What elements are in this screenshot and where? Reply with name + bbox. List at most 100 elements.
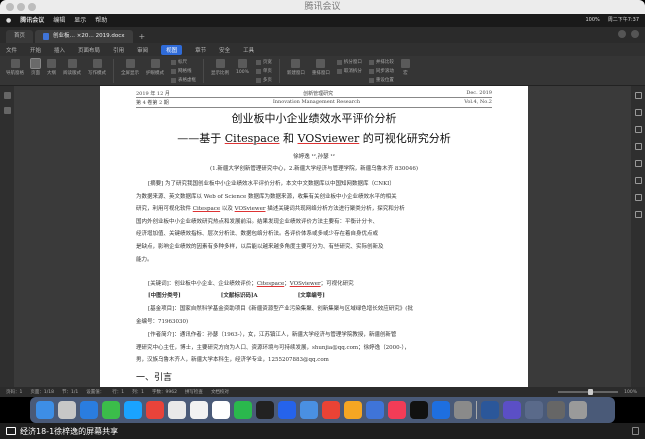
zoom-icon [215, 59, 225, 68]
left-sidebar [0, 86, 14, 387]
window-split-options: 拆分窗口 取消拆分 [337, 59, 362, 74]
view-toolbar: 导航窗格 页面 大纲 阅读版式 写作模式 全屏显示 护眼模式 标尺网格线表格虚框… [0, 56, 645, 86]
tool-zoom-100[interactable]: 100% [236, 59, 249, 75]
ribbon-tab-tools[interactable]: 工具 [243, 46, 254, 54]
ribbon-tab-insert[interactable]: 插入 [54, 46, 65, 54]
tool-writing-mode[interactable]: 写作模式 [88, 59, 106, 76]
baidu-netdisk-icon[interactable] [300, 401, 318, 419]
dingtalk-icon[interactable] [278, 401, 296, 419]
folder-icon[interactable] [547, 401, 565, 419]
tool-outline[interactable]: 大纲 [47, 59, 56, 76]
zoom-slider[interactable] [558, 389, 619, 395]
menubar-item-edit[interactable]: 编辑 [53, 14, 65, 27]
ribbon-tab-section[interactable]: 章节 [195, 46, 206, 54]
apple-icon[interactable]: ● [6, 14, 11, 27]
notes-icon[interactable] [190, 401, 208, 419]
trash-icon[interactable] [569, 401, 587, 419]
sync-scroll-option[interactable]: 同步滚动 [369, 68, 394, 74]
share-icon[interactable] [634, 160, 642, 167]
close-light-icon[interactable] [6, 3, 14, 11]
menubar-item-view[interactable]: 显示 [74, 14, 86, 27]
tool-page-view[interactable]: 页面 [30, 58, 41, 76]
music-icon[interactable] [388, 401, 406, 419]
gridlines-checkbox[interactable]: 网格线 [171, 68, 196, 74]
qq-icon[interactable] [256, 401, 274, 419]
settings-icon[interactable] [631, 30, 639, 38]
ribbon-tab-security[interactable]: 安全 [219, 46, 230, 54]
tool-new-window[interactable]: 新建窗口 [287, 59, 305, 76]
chrome-icon[interactable] [322, 401, 340, 419]
table-gridlines-checkbox[interactable]: 表格虚框 [171, 77, 196, 83]
help-icon[interactable] [634, 211, 642, 218]
bookmark-icon[interactable] [3, 107, 11, 114]
split-window-option[interactable]: 拆分窗口 [337, 59, 362, 65]
zoom-value[interactable]: 100% [624, 390, 637, 395]
toolbar-divider [113, 59, 114, 83]
battery-status[interactable]: 100% [585, 14, 599, 27]
apple-tv-icon[interactable] [410, 401, 428, 419]
menubar-item-help[interactable]: 帮助 [95, 14, 107, 27]
wechat-icon[interactable] [234, 401, 252, 419]
ruler-checkbox[interactable]: 标尺 [171, 59, 196, 65]
page-width-option[interactable]: 页宽 [256, 59, 272, 65]
side-by-side-option[interactable]: 并排比较 [369, 59, 394, 65]
tool-fullscreen[interactable]: 全屏显示 [121, 59, 139, 76]
tool-arrange-windows[interactable]: 重排窗口 [312, 59, 330, 76]
preview-icon[interactable] [525, 401, 543, 419]
netease-music-icon[interactable] [146, 401, 164, 419]
keywords: [关键词]：创业板中小企业、企业绩效评价；Citespace；VOSviewer… [148, 281, 354, 287]
multi-page-option[interactable]: 多页 [256, 77, 272, 83]
properties-icon[interactable] [634, 126, 642, 133]
system-preferences-icon[interactable] [454, 401, 472, 419]
share-options-icon[interactable] [632, 427, 639, 435]
ribbon-tab-file[interactable]: 文件 [6, 46, 17, 54]
user-icon[interactable] [618, 30, 626, 38]
unsplit-window-option[interactable]: 取消拆分 [337, 68, 362, 74]
launchpad-icon[interactable] [58, 401, 76, 419]
ribbon-tab-home[interactable]: 开始 [30, 46, 41, 54]
backup-icon[interactable] [634, 194, 642, 201]
word-icon[interactable] [481, 401, 499, 419]
tool-reading-mode[interactable]: 阅读版式 [63, 59, 81, 76]
comment-icon[interactable] [634, 177, 642, 184]
wps-icon[interactable] [366, 401, 384, 419]
reset-position-option[interactable]: 重设位置 [369, 77, 394, 83]
pages-icon[interactable] [344, 401, 362, 419]
menubar-app-name[interactable]: 腾讯会议 [20, 14, 44, 27]
tool-navigation-pane[interactable]: 导航窗格 [6, 59, 24, 76]
minimize-light-icon[interactable] [17, 3, 25, 11]
paper-authors: 徐婷逸 ¹²,孙瑟 ¹² [293, 154, 335, 160]
tab-home[interactable]: 首页 [6, 30, 34, 43]
new-window-icon [291, 59, 301, 68]
ribbon-tab-view[interactable]: 视图 [161, 44, 183, 55]
vscode-icon[interactable] [503, 401, 521, 419]
safari-icon[interactable] [80, 401, 98, 419]
menubar-clock[interactable]: 周二下午7:37 [608, 14, 639, 27]
zoom-light-icon[interactable] [28, 3, 36, 11]
toolbar-divider [278, 59, 280, 83]
format-icon[interactable] [634, 143, 642, 150]
document-page[interactable]: 2019 年 12 月创新管理研究 Dec. 2019 第 4 卷第 2 期 Inn… [100, 86, 528, 387]
tool-macro[interactable]: 宏 [400, 59, 410, 76]
ribbon-tab-references[interactable]: 引用 [113, 46, 124, 54]
nav-icon[interactable] [3, 92, 11, 99]
tool-zoom[interactable]: 显示比例 [211, 59, 229, 76]
window-controls[interactable] [6, 3, 36, 11]
ribbon-tab-layout[interactable]: 页面布局 [78, 46, 100, 54]
tool-eye-protection[interactable]: 护眼模式 [146, 59, 164, 76]
ribbon-tab-review[interactable]: 审阅 [137, 46, 148, 54]
compare-options: 并排比较同步滚动重设位置 [369, 59, 394, 83]
app-store-icon[interactable] [432, 401, 450, 419]
new-tab-button[interactable]: + [135, 30, 150, 43]
abstract: [摘要] 为了研究我国创业板中小企业绩效水平评价分析，本文中文数据库以中国知网数… [136, 181, 405, 263]
calendar-icon[interactable] [212, 401, 230, 419]
messages-icon[interactable] [102, 401, 120, 419]
select-icon[interactable] [634, 109, 642, 116]
photos-icon[interactable] [168, 401, 186, 419]
tencent-meeting-icon[interactable] [124, 401, 142, 419]
finder-icon[interactable] [36, 401, 54, 419]
tab-document[interactable]: 创业板… ×20… 2019.docx [35, 30, 133, 43]
style-panel-icon[interactable] [634, 92, 642, 99]
single-page-option[interactable]: 单页 [256, 68, 272, 74]
classification-row: [中图分类号] [文献标识码]A [文章编号] [148, 293, 325, 299]
